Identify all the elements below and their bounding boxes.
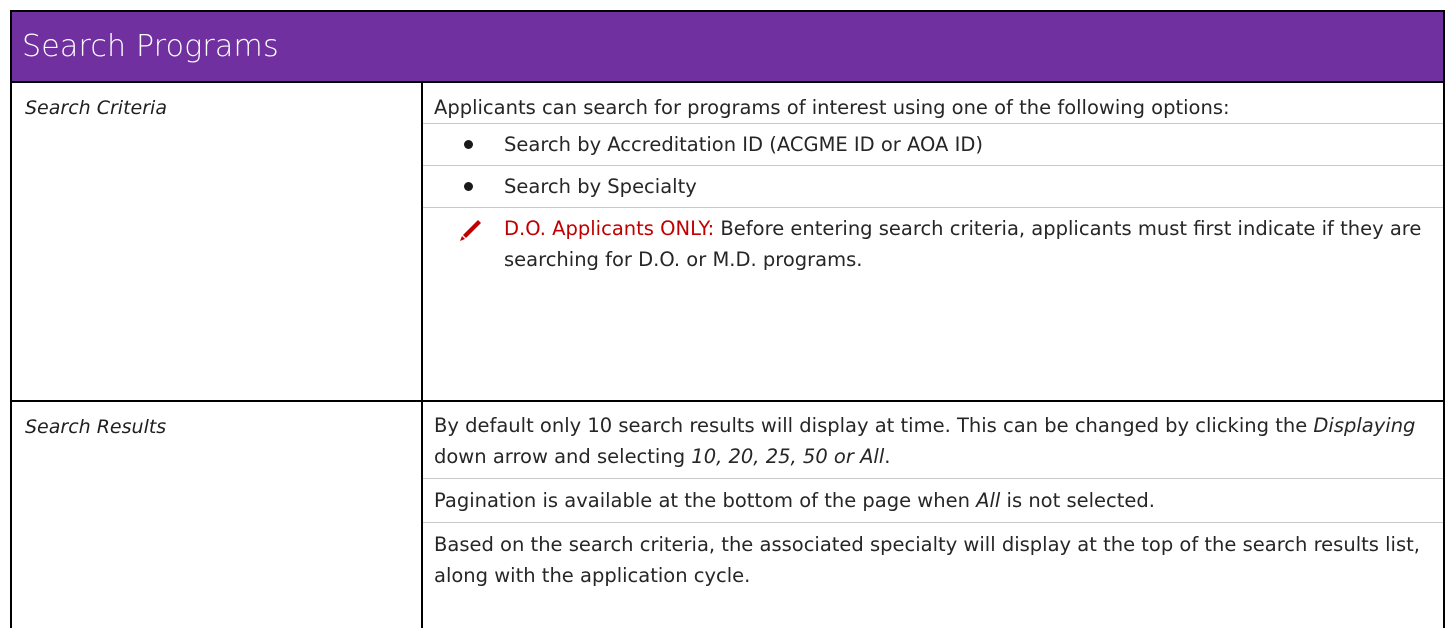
row-content-cell: By default only 10 search results will d… [423, 402, 1443, 628]
text-run-italic: Displaying [1313, 414, 1416, 437]
text-run: By default only 10 search results will d… [434, 414, 1314, 437]
note-label: D.O. Applicants ONLY: [504, 217, 715, 240]
bullet-text: Search by Accreditation ID (ACGME ID or … [504, 133, 983, 156]
bullet-text: Search by Specialty [504, 175, 697, 198]
results-paragraph-3: Based on the search criteria, the associ… [434, 533, 1420, 587]
search-programs-table: Search Programs Search Criteria Applican… [10, 10, 1445, 628]
pencil-icon [460, 220, 481, 241]
intro-text: Applicants can search for programs of in… [434, 96, 1230, 119]
text-run: Pagination is available at the bottom of… [434, 489, 977, 512]
row-label-cell: Search Results [12, 402, 423, 628]
text-run-italic: All [976, 489, 1001, 512]
row-label: Search Criteria [25, 97, 167, 119]
text-run: is not selected. [1000, 489, 1155, 512]
table-header: Search Programs [12, 12, 1443, 83]
header-title: Search Programs [22, 29, 279, 64]
search-results-row: Search Results By default only 10 search… [12, 402, 1443, 628]
search-criteria-row: Search Criteria Applicants can search fo… [12, 83, 1443, 402]
bullet-dot-icon [464, 182, 473, 191]
bullet-item: Search by Specialty [423, 166, 1443, 207]
row-label-cell: Search Criteria [12, 83, 423, 400]
row-content-cell: Applicants can search for programs of in… [423, 83, 1443, 400]
text-run: . [884, 445, 891, 468]
note-item: D.O. Applicants ONLY: Before entering se… [423, 208, 1443, 275]
results-paragraph-1: By default only 10 search results will d… [423, 402, 1443, 478]
results-paragraph-2: Pagination is available at the bottom of… [423, 479, 1443, 522]
bullet-dot-icon [464, 140, 473, 149]
bullet-item: Search by Accreditation ID (ACGME ID or … [423, 124, 1443, 165]
text-run-italic: 10, 20, 25, 50 or All [691, 445, 885, 468]
text-run: down arrow and selecting [434, 445, 692, 468]
row-label: Search Results [25, 416, 167, 438]
